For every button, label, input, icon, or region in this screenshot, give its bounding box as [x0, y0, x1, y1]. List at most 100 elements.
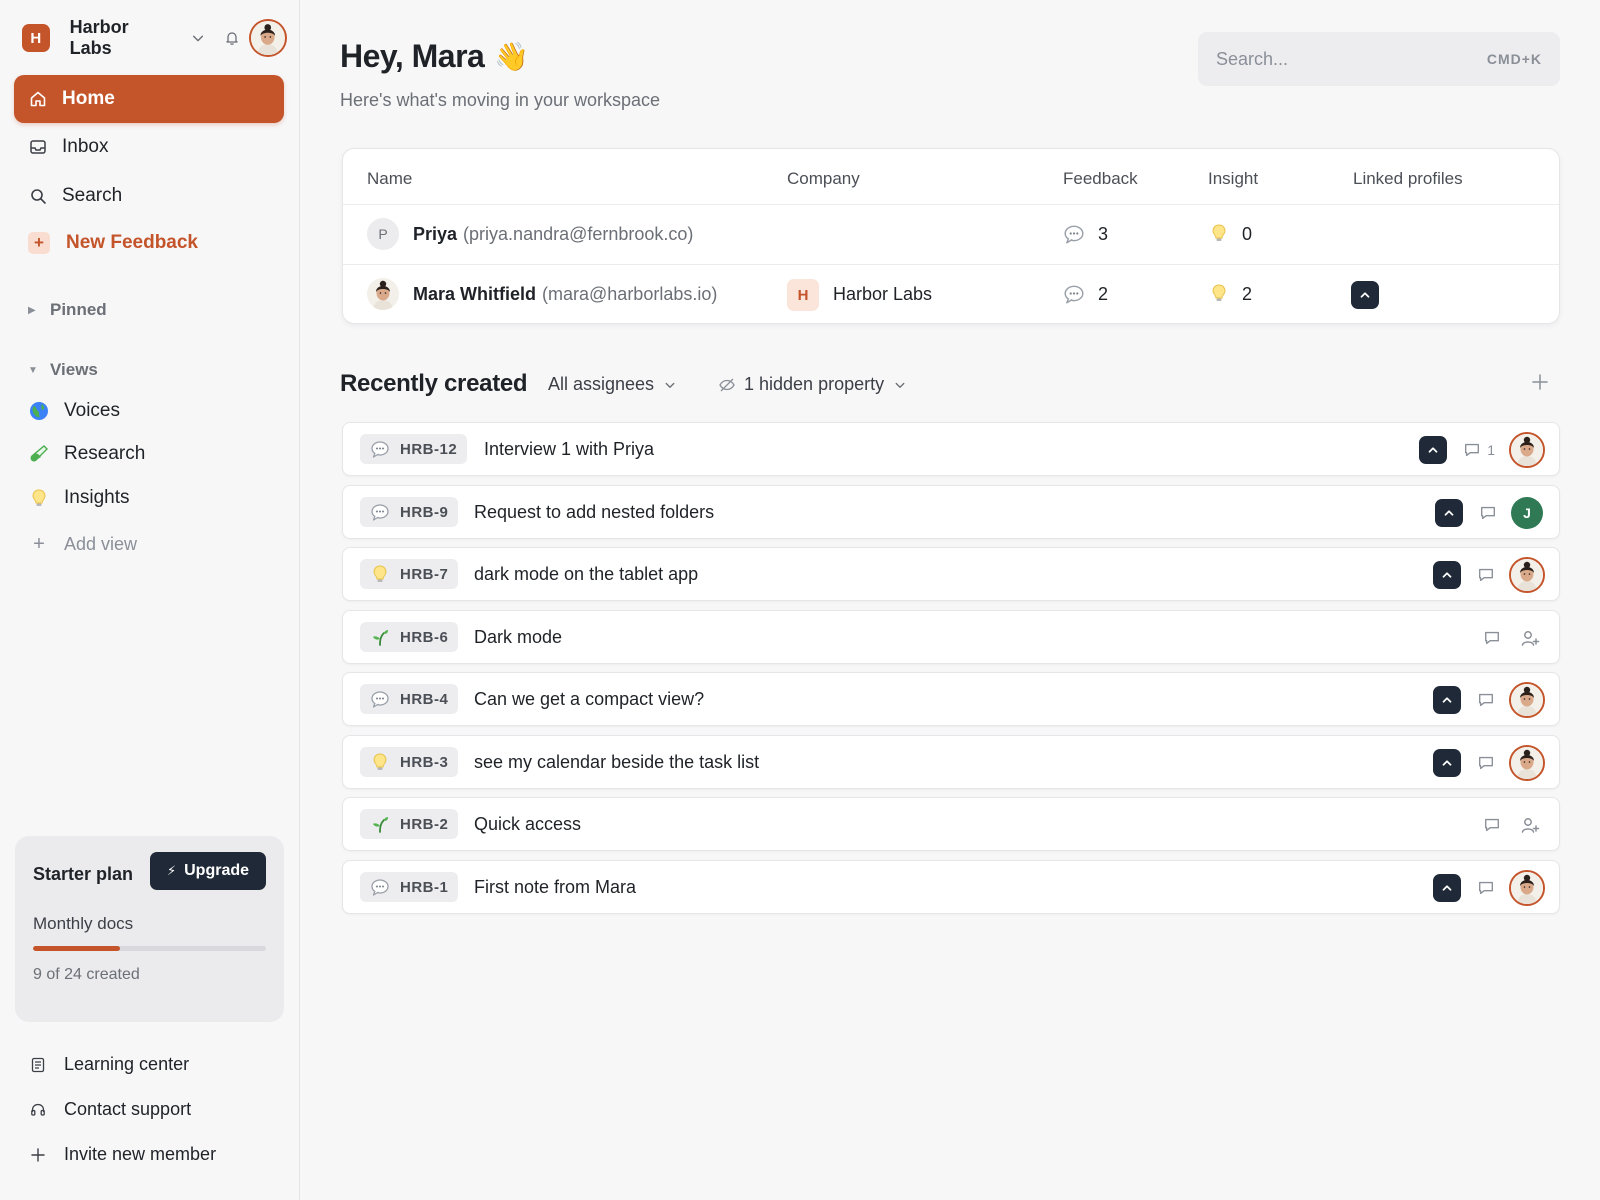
user-avatar[interactable] — [249, 19, 287, 57]
views-section-toggle[interactable]: ▼ Views — [28, 360, 98, 380]
person-name-text: Priya — [413, 224, 458, 244]
item-id: HRB-9 — [400, 503, 449, 521]
item-title[interactable]: Quick access — [474, 814, 581, 835]
chat-bubble-icon — [370, 877, 390, 897]
contact-support-link[interactable]: Contact support — [28, 1099, 191, 1120]
view-voices[interactable]: Voices — [28, 400, 120, 422]
assignee-avatar[interactable] — [1509, 432, 1545, 468]
comments-button[interactable] — [1477, 879, 1495, 897]
item-title[interactable]: Interview 1 with Priya — [484, 439, 654, 460]
item-id-badge: HRB-2 — [360, 809, 459, 839]
item-title[interactable]: Dark mode — [474, 627, 562, 648]
add-view-button[interactable]: + Add view — [28, 533, 137, 555]
nav-inbox[interactable]: Inbox — [14, 123, 284, 171]
pinned-label: Pinned — [50, 300, 107, 319]
usage-progress-fill — [33, 946, 121, 951]
comments-button[interactable] — [1483, 816, 1501, 834]
list-item[interactable]: HRB-4 Can we get a compact view? — [342, 672, 1560, 726]
table-row[interactable]: P Priya (priya.nandra@fernbrook.co) 3 0 — [343, 205, 1559, 265]
column-name[interactable]: Name — [367, 169, 412, 189]
comments-button[interactable] — [1477, 566, 1495, 584]
linked-profile-badge[interactable] — [1433, 874, 1461, 902]
chevron-up-icon — [1440, 756, 1454, 770]
linked-profile-badge[interactable] — [1351, 281, 1379, 309]
insight-count: 0 — [1242, 224, 1253, 244]
view-insights[interactable]: Insights — [28, 487, 129, 509]
usage-count: 9 of 24 created — [33, 966, 140, 983]
list-item[interactable]: HRB-6 Dark mode — [342, 610, 1560, 664]
item-title[interactable]: dark mode on the tablet app — [474, 564, 698, 585]
learning-center-label: Learning center — [64, 1054, 190, 1074]
chevron-down-icon[interactable] — [188, 28, 208, 48]
add-assignee-button[interactable] — [1519, 627, 1541, 649]
item-id: HRB-7 — [400, 565, 449, 583]
table-row[interactable]: Mara Whitfield (mara@harborlabs.io) H Har… — [343, 265, 1559, 323]
list-item[interactable]: HRB-9 Request to add nested folders J — [342, 485, 1560, 539]
plus-icon: + — [28, 232, 50, 254]
company-name[interactable]: Harbor Labs — [833, 284, 932, 305]
linked-profile-badge[interactable] — [1433, 749, 1461, 777]
add-assignee-button[interactable] — [1519, 814, 1541, 836]
list-item[interactable]: HRB-1 First note from Mara — [342, 860, 1560, 914]
assignee-avatar[interactable]: J — [1511, 497, 1543, 529]
column-linked-profiles[interactable]: Linked profiles — [1353, 169, 1463, 189]
comments-button[interactable] — [1477, 691, 1495, 709]
globe-icon — [28, 400, 50, 422]
linked-profile-badge[interactable] — [1435, 499, 1463, 527]
sprout-icon — [370, 627, 390, 647]
headset-icon — [28, 1100, 48, 1120]
item-title[interactable]: First note from Mara — [474, 877, 636, 898]
assignee-avatar[interactable] — [1509, 870, 1545, 906]
bell-icon[interactable] — [222, 28, 242, 48]
new-feedback-button[interactable]: + New Feedback — [14, 219, 284, 267]
list-item[interactable]: HRB-12 Interview 1 with Priya 1 — [342, 422, 1560, 476]
comments-button[interactable] — [1477, 754, 1495, 772]
workspace-switcher[interactable]: H Harbor Labs — [22, 17, 287, 59]
comments-button[interactable] — [1479, 504, 1497, 522]
item-title[interactable]: Request to add nested folders — [474, 502, 714, 523]
workspace-name[interactable]: Harbor Labs — [70, 17, 174, 59]
assignee-filter[interactable]: All assignees — [548, 374, 676, 395]
learning-center-link[interactable]: Learning center — [28, 1054, 189, 1075]
column-insight[interactable]: Insight — [1208, 169, 1258, 189]
nav-home[interactable]: Home — [14, 75, 284, 123]
list-item[interactable]: HRB-2 Quick access — [342, 797, 1560, 851]
greeting-text: Hey, Mara — [340, 38, 485, 74]
avatar: P — [367, 218, 399, 250]
invite-member-link[interactable]: Invite new member — [28, 1144, 216, 1165]
chevron-up-icon — [1358, 288, 1372, 302]
comments-button[interactable] — [1483, 629, 1501, 647]
column-feedback[interactable]: Feedback — [1063, 169, 1138, 189]
list-item[interactable]: HRB-3 see my calendar beside the task li… — [342, 735, 1560, 789]
item-title[interactable]: see my calendar beside the task list — [474, 752, 759, 773]
hidden-properties-filter[interactable]: 1 hidden property — [718, 374, 906, 395]
column-company[interactable]: Company — [787, 169, 860, 189]
comments-button[interactable]: 1 — [1463, 441, 1495, 459]
pinned-section-toggle[interactable]: ▶ Pinned — [28, 300, 107, 320]
item-title[interactable]: Can we get a compact view? — [474, 689, 704, 710]
add-item-button[interactable] — [1528, 370, 1552, 394]
person-name[interactable]: Priya (priya.nandra@fernbrook.co) — [413, 224, 693, 245]
upgrade-button[interactable]: ⚡︎ Upgrade — [150, 852, 266, 890]
nav-search[interactable]: Search — [14, 172, 284, 220]
nav-home-label: Home — [62, 88, 115, 109]
hidden-properties-label: 1 hidden property — [744, 374, 885, 394]
view-research[interactable]: Research — [28, 443, 145, 465]
item-id-badge: HRB-1 — [360, 872, 459, 902]
chevron-up-icon — [1440, 568, 1454, 582]
linked-profile-badge[interactable] — [1419, 436, 1448, 464]
contact-support-label: Contact support — [64, 1099, 192, 1119]
list-item[interactable]: HRB-7 dark mode on the tablet app — [342, 547, 1560, 601]
assignee-avatar[interactable] — [1509, 745, 1545, 781]
linked-profile-badge[interactable] — [1433, 561, 1461, 589]
person-name[interactable]: Mara Whitfield (mara@harborlabs.io) — [413, 284, 717, 305]
view-insights-label: Insights — [64, 487, 130, 508]
search-input[interactable]: Search... CMD+K — [1198, 32, 1560, 86]
bolt-icon: ⚡︎ — [166, 863, 177, 878]
item-id-badge: HRB-6 — [360, 622, 459, 652]
waving-hand-icon: 👋 — [494, 41, 529, 72]
linked-profile-badge[interactable] — [1433, 686, 1461, 714]
assignee-avatar[interactable] — [1509, 682, 1545, 718]
search-icon — [28, 186, 48, 206]
assignee-avatar[interactable] — [1509, 557, 1545, 593]
